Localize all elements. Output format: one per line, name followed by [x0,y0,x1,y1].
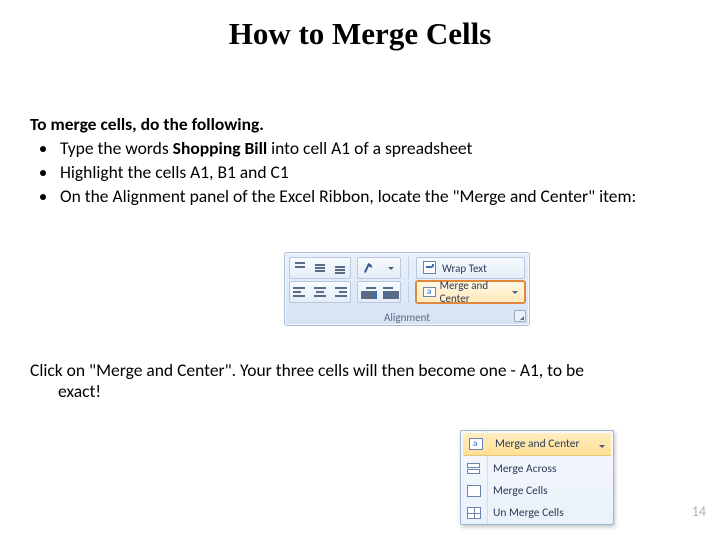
align-center-icon [313,286,327,298]
ribbon-alignment-panel: Wrap Text Merge and Center Alignment [284,252,530,326]
align-right-icon [333,286,347,298]
merge-across-icon [467,463,481,475]
ribbon-row-top: Wrap Text [289,257,525,279]
bullet-text-pre: On the Alignment panel of the Excel Ribb… [60,185,636,207]
bullet-item: Type the words Shopping Bill into cell A… [58,138,690,160]
align-middle-icon [313,262,327,274]
bullet-item: Highlight the cells A1, B1 and C1 [58,162,690,184]
closing-paragraph: Click on "Merge and Center". Your three … [30,360,690,404]
bullet-list: Type the words Shopping Bill into cell A… [30,138,690,208]
unmerge-cells-icon [467,507,481,519]
unmerge-cells-item[interactable]: Un Merge Cells [461,502,613,524]
merge-cells-icon [467,485,481,497]
bullet-text-pre: Highlight the cells A1, B1 and C1 [60,161,289,183]
merge-dropdown-menu: Merge and Center Merge Across Merge Cell… [460,430,614,525]
merge-center-icon [423,285,435,299]
ribbon-row-bottom: Merge and Center [289,281,525,303]
merge-and-center-item[interactable]: Merge and Center [463,433,611,456]
align-bottom-icon [333,262,347,274]
intro-line: To merge cells, do the following. [30,114,690,136]
horizontal-align-group[interactable] [289,281,351,303]
menu-item-label: Un Merge Cells [487,506,564,520]
orientation-icon [364,261,376,275]
wrap-text-button[interactable]: Wrap Text [416,257,525,279]
merge-center-icon [469,438,483,450]
decrease-indent-icon [362,286,376,298]
divider [408,257,409,279]
orientation-button[interactable] [357,257,401,279]
slide: How to Merge Cells To merge cells, do th… [0,0,720,540]
merge-center-label: Merge and Center [440,279,507,305]
page-number: 14 [692,503,706,520]
bullet-text-bold: Shopping Bill [173,137,268,159]
divider [408,281,409,303]
wrap-text-label: Wrap Text [442,262,487,275]
chevron-down-icon [388,267,394,273]
align-top-icon [293,262,307,274]
chevron-down-icon [512,291,518,297]
increase-indent-icon [383,286,397,298]
menu-item-label: Merge Across [487,462,556,476]
merge-cells-item[interactable]: Merge Cells [461,480,613,502]
menu-item-label: Merge and Center [489,437,580,451]
ribbon-group-caption: Alignment [285,311,529,324]
wrap-text-icon [423,261,437,275]
merge-and-center-button[interactable]: Merge and Center [416,281,525,303]
indent-group[interactable] [357,281,401,303]
bullet-text-post: into cell A1 of a spreadsheet [267,137,472,159]
dialog-launcher-icon[interactable] [514,310,526,322]
merge-across-item[interactable]: Merge Across [461,458,613,480]
page-title: How to Merge Cells [0,16,720,52]
vertical-align-group[interactable] [289,257,351,279]
menu-item-label: Merge Cells [487,484,548,498]
bullet-text-pre: Type the words [60,137,173,159]
chevron-down-icon [599,445,605,451]
bullet-item: On the Alignment panel of the Excel Ribb… [58,186,690,208]
align-left-icon [293,286,307,298]
closing-line: exact! [58,381,690,403]
closing-line: Click on "Merge and Center". Your three … [30,360,690,382]
